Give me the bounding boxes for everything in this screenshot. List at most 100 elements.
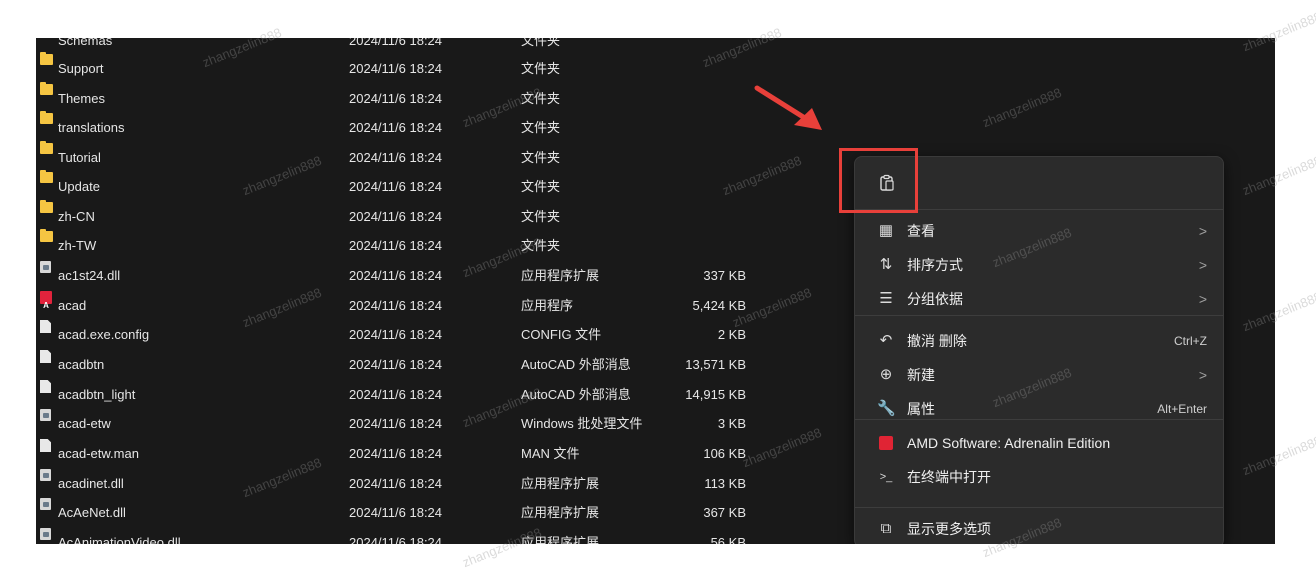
document-icon: [40, 380, 51, 393]
file-size: 13,571 KB: [685, 357, 746, 372]
file-row[interactable]: acadinet.dll 2024/11/6 18:24 应用程序扩展 113 KB: [36, 469, 776, 498]
file-type: MAN 文件: [521, 446, 580, 461]
menu-item-undo-delete[interactable]: ↶ 撤消 删除 Ctrl+Z: [863, 325, 1215, 357]
file-row[interactable]: translations 2024/11/6 18:24 文件夹: [36, 111, 776, 142]
dll-icon: [40, 528, 51, 540]
menu-divider: [855, 315, 1223, 316]
menu-item-label: 新建: [907, 367, 935, 383]
file-date: 2024/11/6 18:24: [349, 238, 443, 253]
file-name: acad-etw: [58, 416, 111, 431]
menu-item-shortcut: Ctrl+Z: [1174, 334, 1207, 348]
document-icon: [40, 350, 51, 363]
file-type: 文件夹: [521, 38, 561, 48]
file-name: acad-etw.man: [58, 446, 139, 461]
file-row[interactable]: acad.exe.config 2024/11/6 18:24 CONFIG 文件 2…: [36, 320, 776, 349]
menu-item-label: 撤消 删除: [907, 333, 967, 349]
file-type: 文件夹: [521, 120, 561, 135]
file-date: 2024/11/6 18:24: [349, 91, 443, 106]
file-type: 应用程序: [521, 298, 574, 313]
folder-icon: [40, 52, 53, 65]
autocad-app-icon: A: [40, 291, 52, 310]
menu-item-amd-software[interactable]: AMD Software: Adrenalin Edition: [863, 427, 1215, 459]
file-date: 2024/11/6 18:24: [349, 357, 443, 372]
file-size: 3 KB: [717, 416, 746, 431]
file-date: 2024/11/6 18:24: [349, 476, 443, 491]
chevron-right-icon: >: [1198, 291, 1207, 307]
file-row[interactable]: Aacad 2024/11/6 18:24 应用程序 5,424 KB: [36, 291, 776, 320]
file-row[interactable]: acadbtn_light 2024/11/6 18:24 AutoCAD 外部消息…: [36, 380, 776, 409]
chevron-right-icon: >: [1198, 257, 1207, 273]
file-row[interactable]: zh-CN 2024/11/6 18:24 文件夹: [36, 200, 776, 231]
dll-icon: [40, 469, 51, 481]
file-name: acadbtn_light: [58, 387, 136, 402]
chevron-right-icon: >: [1198, 367, 1207, 383]
document-icon: [40, 439, 51, 452]
file-row[interactable]: ac1st24.dll 2024/11/6 18:24 应用程序扩展 337 KB: [36, 261, 776, 290]
terminal-icon: >_: [879, 471, 893, 483]
file-row[interactable]: acadbtn 2024/11/6 18:24 AutoCAD 外部消息 13,571…: [36, 350, 776, 379]
file-row[interactable]: zh-TW 2024/11/6 18:24 文件夹: [36, 229, 776, 260]
file-date: 2024/11/6 18:24: [349, 416, 443, 431]
file-date: 2024/11/6 18:24: [349, 150, 443, 165]
file-name: acadbtn: [58, 357, 105, 372]
file-row[interactable]: Support 2024/11/6 18:24 文件夹: [36, 52, 776, 83]
file-date: 2024/11/6 18:24: [349, 38, 443, 48]
dll-icon: [40, 498, 51, 510]
menu-item-show-more[interactable]: ⧉ 显示更多选项: [863, 513, 1215, 544]
file-row[interactable]: Update 2024/11/6 18:24 文件夹: [36, 170, 776, 201]
highlight-box: [839, 148, 918, 213]
file-type: Windows 批处理文件: [521, 416, 643, 431]
file-type: 应用程序扩展: [521, 505, 600, 520]
file-explorer-view: Schemas 2024/11/6 18:24 文件夹 Support 2024/11/…: [36, 38, 1275, 544]
file-row[interactable]: AcAnimationVideo.dll 2024/11/6 18:24 应用程序扩…: [36, 528, 776, 544]
file-type: 应用程序扩展: [521, 535, 600, 544]
grid-view-icon: ▦: [878, 222, 894, 239]
file-name: ac1st24.dll: [58, 268, 121, 283]
file-name: acad.exe.config: [58, 327, 150, 342]
menu-item-sort[interactable]: ⇅ 排序方式 >: [863, 249, 1215, 281]
file-size: 106 KB: [703, 446, 746, 461]
folder-icon: [40, 141, 53, 154]
file-row[interactable]: Tutorial 2024/11/6 18:24 文件夹: [36, 141, 776, 172]
file-date: 2024/11/6 18:24: [349, 179, 443, 194]
file-row[interactable]: AcAeNet.dll 2024/11/6 18:24 应用程序扩展 367 KB: [36, 498, 776, 527]
file-row[interactable]: Themes 2024/11/6 18:24 文件夹: [36, 82, 776, 113]
file-type: 应用程序扩展: [521, 476, 600, 491]
file-name: acad: [58, 298, 87, 313]
file-name: acadinet.dll: [58, 476, 124, 491]
file-size: 367 KB: [703, 505, 746, 520]
file-row[interactable]: acad-etw.man 2024/11/6 18:24 MAN 文件 106 KB: [36, 439, 776, 468]
menu-item-label: 属性: [907, 401, 935, 417]
menu-item-new[interactable]: ⊕ 新建 >: [863, 359, 1215, 391]
file-name: AcAnimationVideo.dll: [58, 535, 181, 544]
file-name: Schemas: [58, 38, 113, 48]
undo-icon: ↶: [879, 332, 893, 349]
file-date: 2024/11/6 18:24: [349, 327, 443, 342]
menu-item-group[interactable]: ☰ 分组依据 >: [863, 283, 1215, 315]
file-date: 2024/11/6 18:24: [349, 209, 443, 224]
file-date: 2024/11/6 18:24: [349, 446, 443, 461]
file-row[interactable]: acad-etw 2024/11/6 18:24 Windows 批处理文件 3 KB: [36, 409, 776, 438]
file-row[interactable]: Schemas 2024/11/6 18:24 文件夹: [36, 38, 776, 55]
menu-item-label: 排序方式: [907, 257, 963, 273]
batch-file-icon: [40, 409, 51, 421]
file-type: AutoCAD 外部消息: [521, 357, 631, 372]
menu-item-shortcut: Alt+Enter: [1157, 402, 1207, 416]
document-icon: [40, 320, 51, 333]
menu-item-open-terminal[interactable]: >_ 在终端中打开: [863, 461, 1215, 493]
menu-item-properties[interactable]: 🔧 属性 Alt+Enter: [863, 393, 1215, 425]
folder-icon: [40, 111, 53, 124]
file-name: zh-TW: [58, 238, 97, 253]
file-type: 文件夹: [521, 179, 561, 194]
menu-item-label: 显示更多选项: [907, 521, 991, 537]
file-name: Support: [58, 61, 104, 76]
file-size: 337 KB: [703, 268, 746, 283]
menu-item-label: 查看: [907, 223, 935, 239]
file-type: 文件夹: [521, 238, 561, 253]
file-date: 2024/11/6 18:24: [349, 535, 443, 544]
more-options-icon: ⧉: [880, 520, 892, 537]
wrench-icon: 🔧: [877, 400, 896, 417]
file-type: 文件夹: [521, 61, 561, 76]
add-circle-icon: ⊕: [879, 366, 893, 383]
menu-item-view[interactable]: ▦ 查看 >: [863, 215, 1215, 247]
